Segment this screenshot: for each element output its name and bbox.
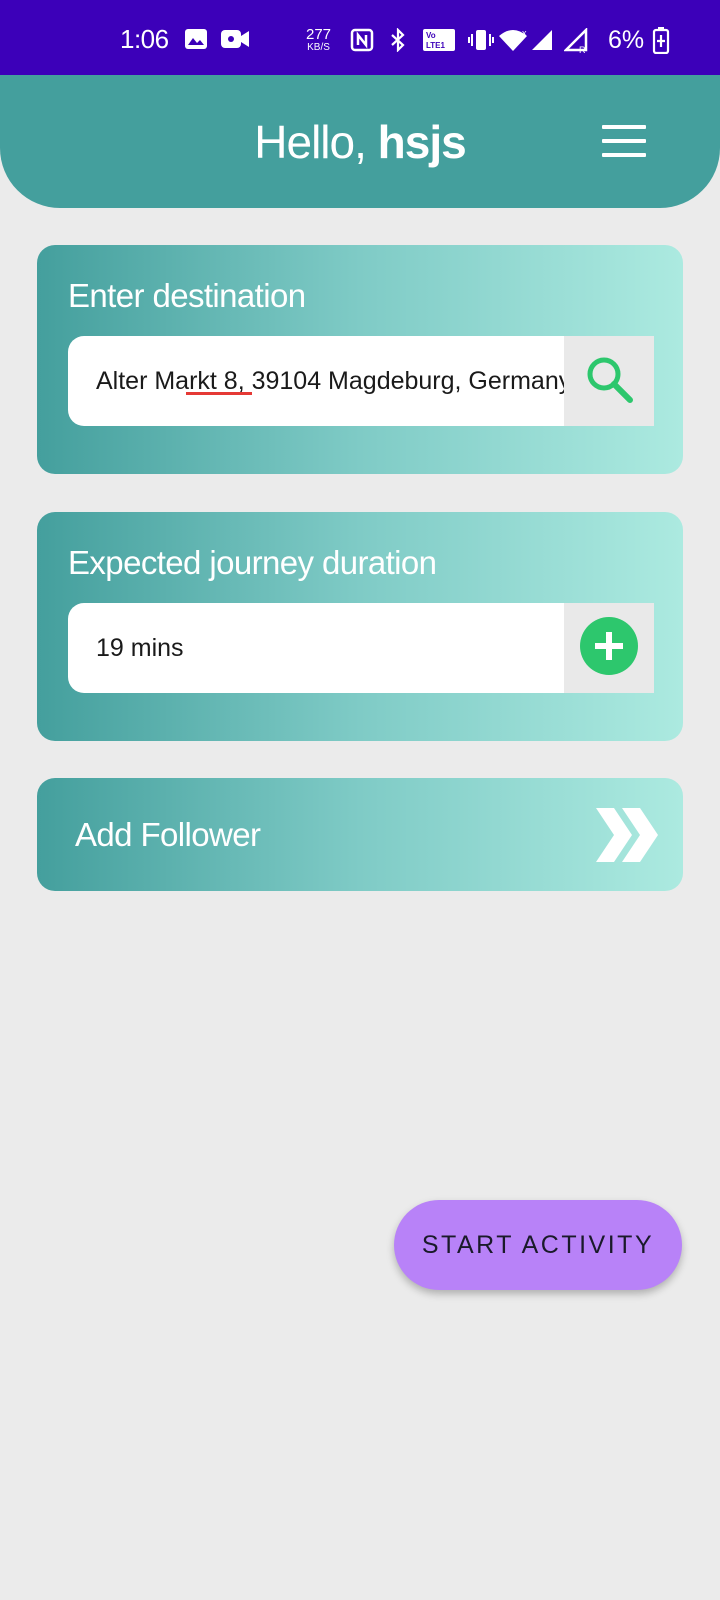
bluetooth-icon (388, 27, 408, 57)
svg-text:LTE1: LTE1 (426, 41, 446, 50)
signal-roaming-icon: R (562, 26, 590, 59)
menu-line (602, 139, 646, 143)
svg-text:R: R (579, 45, 586, 54)
add-follower-button[interactable]: Add Follower (37, 778, 683, 891)
hamburger-menu-icon[interactable] (602, 125, 646, 157)
duration-field (68, 603, 654, 693)
volte-icon: Vo LTE1 (422, 28, 456, 57)
search-button[interactable] (564, 336, 654, 426)
add-follower-label: Add Follower (75, 816, 261, 853)
destination-card: Enter destination (37, 245, 683, 474)
destination-field (68, 336, 654, 426)
svg-text:x: x (522, 28, 527, 38)
signal-icon (530, 28, 554, 57)
search-icon (582, 352, 636, 411)
nfc-icon (350, 28, 374, 57)
duration-title: Expected journey duration (68, 544, 437, 581)
duration-card: Expected journey duration (37, 512, 683, 741)
plus-circle-icon (579, 616, 639, 681)
start-activity-button[interactable]: START ACTIVITY (394, 1200, 682, 1290)
menu-line (602, 125, 646, 129)
battery-percent: 6% (608, 26, 645, 54)
vibrate-icon (468, 28, 494, 57)
app-header: Hello, hsjs (0, 75, 720, 208)
status-bar: 1:06 277 KB/S Vo LTE1 x R 6% (0, 0, 720, 75)
duration-input[interactable] (68, 603, 564, 693)
battery-charging-icon (652, 26, 670, 59)
svg-text:Vo: Vo (426, 31, 436, 40)
destination-input[interactable] (68, 336, 564, 426)
video-camera-icon (220, 28, 250, 55)
spellcheck-underline (186, 392, 252, 395)
net-speed-unit: KB/S (307, 42, 330, 53)
greeting-prefix: Hello, (254, 116, 367, 168)
destination-title: Enter destination (68, 277, 306, 314)
user-name: hsjs (377, 116, 467, 168)
menu-line (602, 153, 646, 157)
status-time: 1:06 (120, 24, 169, 54)
net-speed: 277 KB/S (306, 27, 331, 54)
add-duration-button[interactable] (564, 603, 654, 693)
double-chevron-right-icon (592, 806, 662, 869)
wifi-icon: x (498, 28, 528, 57)
image-icon (184, 28, 208, 55)
